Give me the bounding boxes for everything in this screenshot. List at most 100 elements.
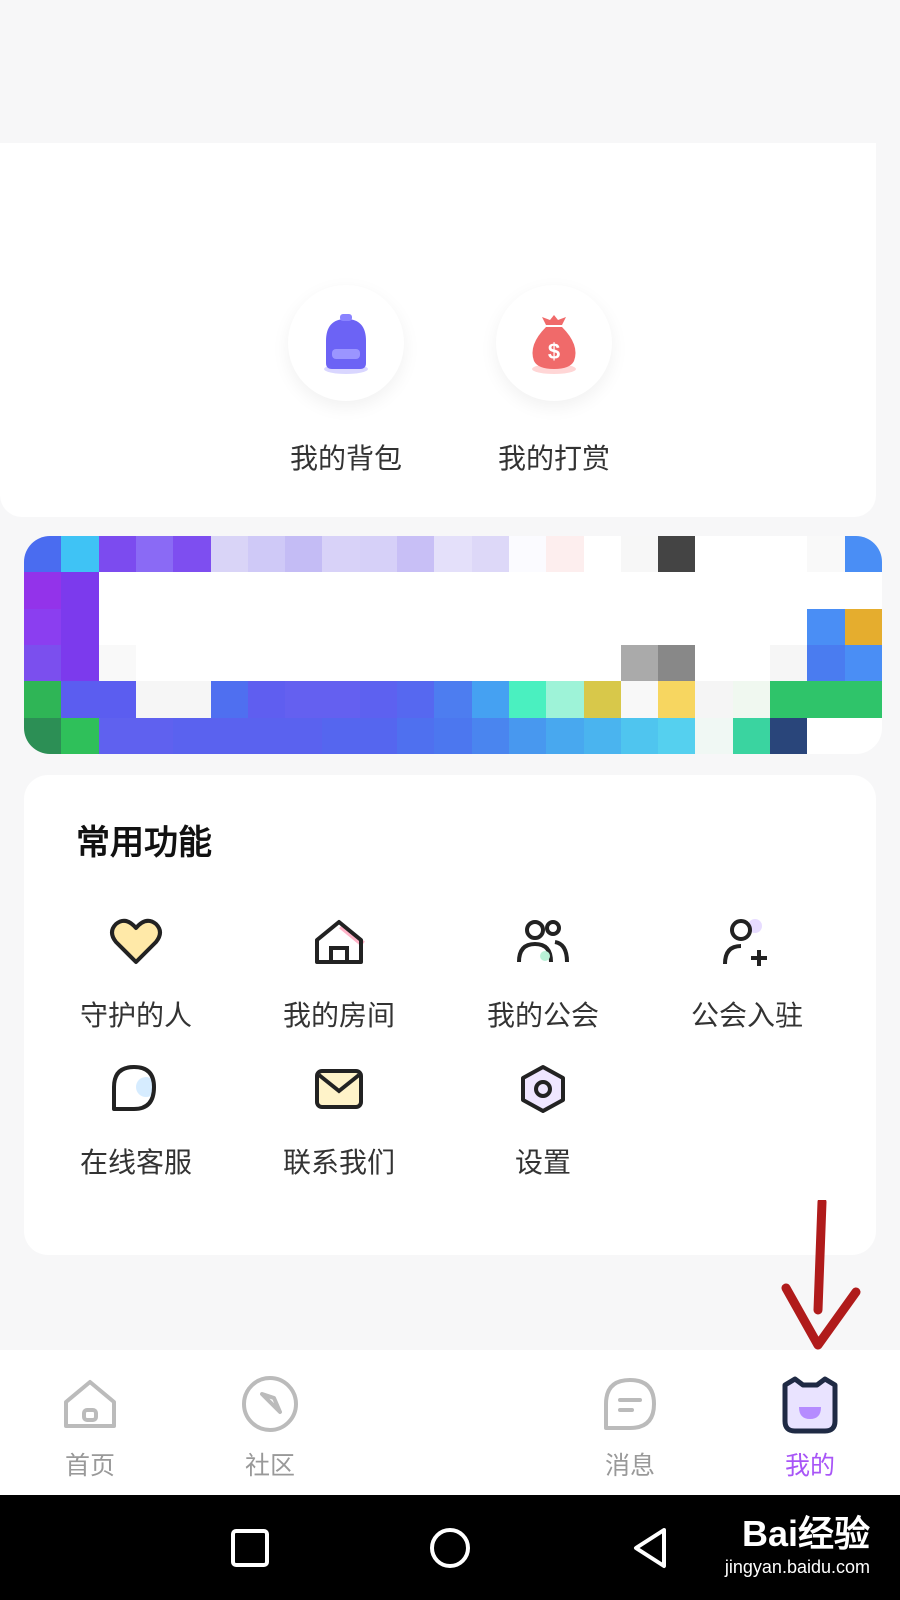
banner-pixel xyxy=(98,644,136,682)
banner-pixel xyxy=(807,572,845,609)
backpack-icon xyxy=(288,285,404,401)
banner-pixel xyxy=(285,608,323,645)
my-room-button[interactable]: 我的房间 xyxy=(254,910,424,1034)
home-system-button[interactable] xyxy=(425,1523,475,1573)
banner-pixel xyxy=(397,644,435,682)
banner-pixel xyxy=(397,717,435,754)
banner-pixel xyxy=(173,644,211,682)
banner-pixel xyxy=(173,608,211,645)
banner-pixel xyxy=(434,644,472,682)
back-triangle-icon xyxy=(634,1528,666,1568)
banner-pixel xyxy=(770,572,808,609)
baidu-watermark: Bai经验 jingyan.baidu.com xyxy=(725,1505,870,1578)
cat-avatar-icon xyxy=(778,1372,842,1436)
banner-pixel xyxy=(770,536,808,573)
banner-pixel xyxy=(285,572,323,609)
banner-pixel xyxy=(770,681,808,718)
profile-card xyxy=(0,143,876,517)
contact-us-button[interactable]: 联系我们 xyxy=(254,1057,424,1181)
banner-pixel xyxy=(61,717,99,754)
system-nav-bar: Bai经验 jingyan.baidu.com xyxy=(0,1495,900,1600)
tab-home[interactable]: 首页 xyxy=(30,1372,150,1482)
join-guild-button[interactable]: 公会入驻 xyxy=(662,910,832,1034)
banner-pixel xyxy=(620,717,659,754)
bottom-tab-bar: 首页 社区 消息 我的 xyxy=(0,1350,900,1495)
guardians-button[interactable]: 守护的人 xyxy=(51,910,221,1034)
banner-pixel xyxy=(61,536,99,573)
online-support-label: 在线客服 xyxy=(79,1146,192,1179)
my-guild-button[interactable]: 我的公会 xyxy=(458,910,628,1034)
guardians-label: 守护的人 xyxy=(79,999,192,1032)
my-backpack-label: 我的背包 xyxy=(289,442,402,475)
banner-pixel xyxy=(210,681,248,718)
banner-pixel xyxy=(695,644,733,682)
banner-pixel xyxy=(583,644,621,682)
banner-pixel xyxy=(620,644,659,682)
banner-pixel xyxy=(98,717,136,754)
banner-pixel xyxy=(98,608,136,645)
online-support-button[interactable]: 在线客服 xyxy=(51,1057,221,1181)
banner-pixel xyxy=(210,608,248,645)
banner-pixel xyxy=(658,644,696,682)
tab-home-label: 首页 xyxy=(64,1451,115,1480)
banner-pixel xyxy=(807,681,845,718)
banner-pixel xyxy=(247,644,286,682)
banner-pixel xyxy=(471,536,509,573)
banner-pixel xyxy=(620,681,659,718)
banner-pixel xyxy=(546,572,584,609)
banner-pixel xyxy=(508,644,547,682)
my-backpack-button[interactable]: 我的背包 xyxy=(286,285,406,477)
banner-pixel xyxy=(471,681,509,718)
banner-pixel xyxy=(61,608,99,645)
banner-pixel xyxy=(359,717,398,754)
banner-pixel xyxy=(98,536,136,573)
banner-pixel xyxy=(322,644,360,682)
settings-button[interactable]: 设置 xyxy=(458,1057,628,1181)
watermark-url: jingyan.baidu.com xyxy=(724,1557,870,1577)
banner-pixel xyxy=(61,681,99,718)
tab-community[interactable]: 社区 xyxy=(210,1372,330,1482)
banner-pixel xyxy=(695,681,733,718)
tab-me[interactable]: 我的 xyxy=(750,1372,870,1482)
banner-pixel xyxy=(732,572,771,609)
banner-pixel xyxy=(695,608,733,645)
banner-pixel xyxy=(322,572,360,609)
banner-pixel xyxy=(658,572,696,609)
banner-pixel xyxy=(359,608,398,645)
banner-pixel xyxy=(546,608,584,645)
add-user-icon xyxy=(715,910,779,974)
banner-pixel xyxy=(173,572,211,609)
promo-banner[interactable] xyxy=(24,536,882,754)
banner-pixel xyxy=(658,681,696,718)
banner-pixel xyxy=(24,572,62,609)
banner-pixel xyxy=(247,717,286,754)
back-system-button[interactable] xyxy=(625,1523,675,1573)
settings-label: 设置 xyxy=(514,1146,571,1179)
banner-pixel xyxy=(844,717,882,754)
banner-pixel xyxy=(135,717,174,754)
banner-pixel xyxy=(434,572,472,609)
my-rewards-button[interactable]: $ 我的打赏 xyxy=(494,285,614,477)
envelope-icon xyxy=(307,1057,371,1121)
recent-apps-button[interactable] xyxy=(225,1523,275,1573)
banner-pixel xyxy=(695,572,733,609)
tab-community-label: 社区 xyxy=(244,1451,295,1480)
banner-pixel xyxy=(471,644,509,682)
heart-icon xyxy=(104,910,168,974)
banner-pixel xyxy=(844,608,882,645)
banner-pixel xyxy=(471,717,509,754)
banner-pixel xyxy=(658,536,696,573)
banner-pixel xyxy=(844,681,882,718)
banner-pixel xyxy=(285,644,323,682)
group-icon xyxy=(511,910,575,974)
my-guild-label: 我的公会 xyxy=(486,999,599,1032)
banner-pixel xyxy=(620,572,659,609)
banner-pixel xyxy=(210,536,248,573)
tab-messages[interactable]: 消息 xyxy=(570,1372,690,1482)
banner-pixel xyxy=(732,681,771,718)
banner-pixel xyxy=(807,717,845,754)
banner-pixel xyxy=(173,717,211,754)
banner-pixel xyxy=(770,644,808,682)
banner-pixel xyxy=(807,536,845,573)
message-icon xyxy=(598,1372,662,1436)
